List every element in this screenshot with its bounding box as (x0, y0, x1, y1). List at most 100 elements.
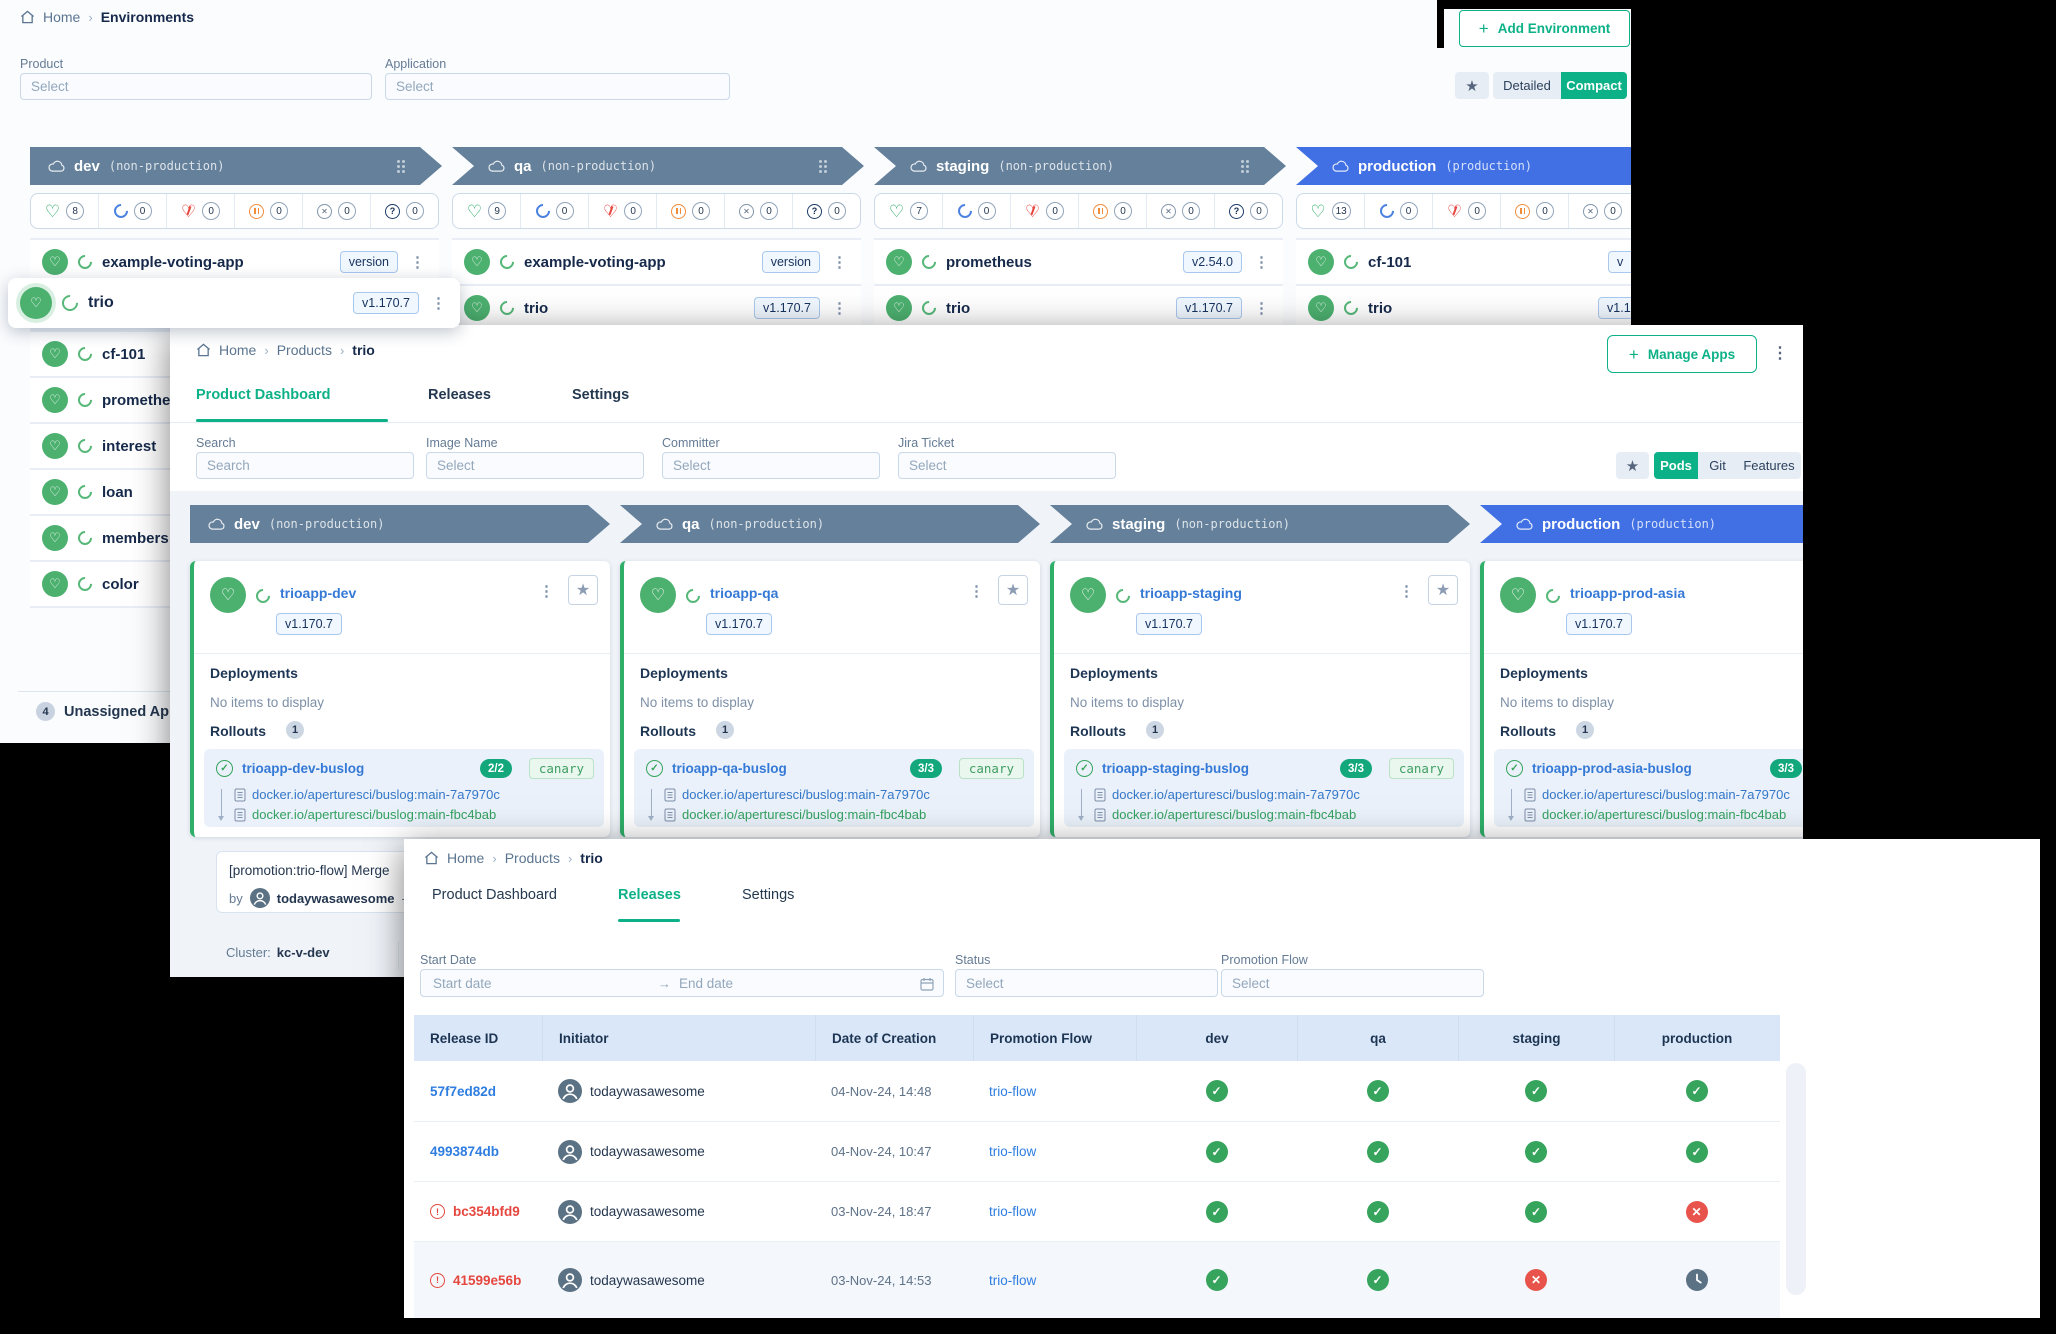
env-banner-production[interactable]: production (production) (1296, 147, 1631, 185)
tab-settings[interactable]: Settings (742, 887, 794, 903)
kebab-menu-icon[interactable]: ⋮ (1252, 299, 1271, 317)
header-dev[interactable]: dev (1136, 1015, 1297, 1061)
table-row[interactable]: 4993874db todaywasawesome 04-Nov-24, 10:… (414, 1121, 1780, 1181)
degraded-stat[interactable]: ♡0 (588, 194, 656, 228)
header-flow[interactable]: Promotion Flow (973, 1015, 1136, 1061)
image-line[interactable]: docker.io/aperturesci/buslog:main-fbc4ba… (1094, 807, 1356, 822)
missing-stat[interactable]: ✕0 (1146, 194, 1214, 228)
app-row[interactable]: ♡ cf-101 v ⋮ (1296, 240, 1631, 284)
rollout-name-link[interactable]: trioapp-staging-buslog (1102, 761, 1249, 776)
progressing-stat[interactable]: 0 (520, 194, 588, 228)
promotion-flow-link[interactable]: trio-flow (989, 1084, 1036, 1099)
image-line[interactable]: docker.io/aperturesci/buslog:main-7a7970… (1094, 787, 1360, 802)
env-banner-dev[interactable]: dev (non-production) (190, 505, 610, 543)
kebab-menu-icon[interactable]: ⋮ (1772, 343, 1788, 363)
progressing-stat[interactable]: 0 (98, 194, 166, 228)
favorites-star-button[interactable]: ★ (1455, 72, 1489, 99)
favorite-star-button[interactable]: ★ (998, 575, 1028, 605)
healthy-stat[interactable]: ♡9 (453, 194, 520, 228)
favorite-star-button[interactable]: ★ (1428, 575, 1458, 605)
progressing-stat[interactable]: 0 (1364, 194, 1432, 228)
missing-stat[interactable]: ✕0 (1568, 194, 1631, 228)
promotion-flow-select[interactable]: Select (1221, 969, 1484, 997)
release-id-link[interactable]: 57f7ed82d (430, 1084, 496, 1099)
kebab-menu-icon[interactable]: ⋮ (429, 294, 448, 312)
version-badge[interactable]: version (762, 251, 820, 273)
rollout-name-link[interactable]: trioapp-qa-buslog (672, 761, 787, 776)
view-toggle-compact[interactable]: Compact (1561, 72, 1627, 99)
suspended-stat[interactable]: 0 (234, 194, 302, 228)
product-filter-select[interactable]: Select (20, 73, 372, 100)
app-row-trio-hovered[interactable]: ♡ trio v1.170.7 ⋮ (8, 278, 460, 328)
view-toggle-git[interactable]: Git (1698, 452, 1737, 479)
app-name[interactable]: trio (1368, 300, 1392, 317)
image-line[interactable]: docker.io/aperturesci/buslog:main-7a7970… (234, 787, 500, 802)
search-input[interactable]: Search (196, 452, 414, 479)
missing-stat[interactable]: ✕0 (724, 194, 792, 228)
app-row[interactable]: ♡ trio v1.170.7 ⋮ (452, 286, 861, 330)
rollout-name-link[interactable]: trioapp-prod-asia-buslog (1532, 761, 1692, 776)
drag-handle-icon[interactable] (819, 160, 822, 163)
app-name[interactable]: example-voting-app (102, 254, 244, 271)
unknown-stat[interactable]: ?0 (370, 194, 438, 228)
kebab-menu-icon[interactable]: ⋮ (539, 582, 554, 600)
app-name-link[interactable]: trioapp-qa (710, 585, 778, 601)
app-name[interactable]: color (102, 576, 139, 593)
image-line[interactable]: docker.io/aperturesci/buslog:main-fbc4ba… (234, 807, 496, 822)
version-badge[interactable]: v1.170.7 (276, 613, 342, 635)
app-name[interactable]: cf-101 (102, 346, 145, 363)
version-badge[interactable]: v1.170.7 (1136, 613, 1202, 635)
app-name[interactable]: prometheus (946, 254, 1032, 271)
version-badge[interactable]: v1.170.7 (353, 292, 419, 314)
suspended-stat[interactable]: 0 (1078, 194, 1146, 228)
app-name-link[interactable]: trioapp-prod-asia (1570, 585, 1685, 601)
image-line[interactable]: docker.io/aperturesci/buslog:main-fbc4ba… (664, 807, 926, 822)
degraded-stat[interactable]: ♡0 (166, 194, 234, 228)
kebab-menu-icon[interactable]: ⋮ (1399, 582, 1414, 600)
app-name-link[interactable]: trioapp-dev (280, 585, 356, 601)
app-name[interactable]: members (102, 530, 169, 547)
app-name[interactable]: trio (946, 300, 970, 317)
breadcrumb-home[interactable]: Home (219, 342, 256, 358)
promotion-flow-link[interactable]: trio-flow (989, 1204, 1036, 1219)
favorite-star-button[interactable]: ★ (568, 575, 598, 605)
image-name-select[interactable]: Select (426, 452, 644, 479)
calendar-icon[interactable] (920, 977, 934, 991)
image-line[interactable]: docker.io/aperturesci/buslog:main-fbc4ba… (1524, 807, 1786, 822)
view-toggle-detailed[interactable]: Detailed (1493, 72, 1561, 99)
release-id-link[interactable]: bc354bfd9 (453, 1204, 520, 1219)
app-row[interactable]: ♡ example-voting-app version ⋮ (452, 240, 861, 284)
unknown-stat[interactable]: ?0 (1214, 194, 1282, 228)
app-row[interactable]: ♡ prometheus v2.54.0 ⋮ (874, 240, 1283, 284)
application-filter-select[interactable]: Select (385, 73, 730, 100)
date-range-input[interactable]: Start date → End date (420, 969, 944, 997)
rollout-name-link[interactable]: trioapp-dev-buslog (242, 761, 364, 776)
favorites-star-button[interactable]: ★ (1616, 452, 1649, 479)
degraded-stat[interactable]: ♡0 (1432, 194, 1500, 228)
breadcrumb-home[interactable]: Home (43, 9, 80, 25)
header-production[interactable]: production (1614, 1015, 1779, 1061)
release-id-link[interactable]: 41599e56b (453, 1273, 521, 1288)
table-row[interactable]: !bc354bfd9 todaywasawesome 03-Nov-24, 18… (414, 1181, 1780, 1241)
progressing-stat[interactable]: 0 (942, 194, 1010, 228)
header-release-id[interactable]: Release ID (414, 1015, 542, 1061)
env-banner-qa[interactable]: qa (non-production) (620, 505, 1040, 543)
drag-handle-icon[interactable] (397, 160, 400, 163)
table-row[interactable]: !41599e56b todaywasawesome 03-Nov-24, 14… (414, 1241, 1780, 1318)
version-badge[interactable]: v1.170.7 (706, 613, 772, 635)
header-initiator[interactable]: Initiator (542, 1015, 815, 1061)
suspended-stat[interactable]: 0 (1500, 194, 1568, 228)
tab-releases[interactable]: Releases (428, 387, 491, 403)
unassigned-apps-toggle[interactable]: 4 Unassigned Ap (36, 702, 169, 721)
header-date[interactable]: Date of Creation (815, 1015, 973, 1061)
jira-ticket-select[interactable]: Select (898, 452, 1116, 479)
version-badge[interactable]: version (340, 251, 398, 273)
app-name[interactable]: cf-101 (1368, 254, 1411, 271)
app-row[interactable]: ♡ trio v1.170.7 ⋮ (1296, 286, 1631, 330)
app-name[interactable]: trio (88, 294, 114, 312)
kebab-menu-icon[interactable]: ⋮ (969, 582, 984, 600)
scrollbar-track[interactable] (1786, 1063, 1806, 1295)
app-name[interactable]: example-voting-app (524, 254, 666, 271)
image-line[interactable]: docker.io/aperturesci/buslog:main-7a7970… (664, 787, 930, 802)
kebab-menu-icon[interactable]: ⋮ (408, 253, 427, 271)
